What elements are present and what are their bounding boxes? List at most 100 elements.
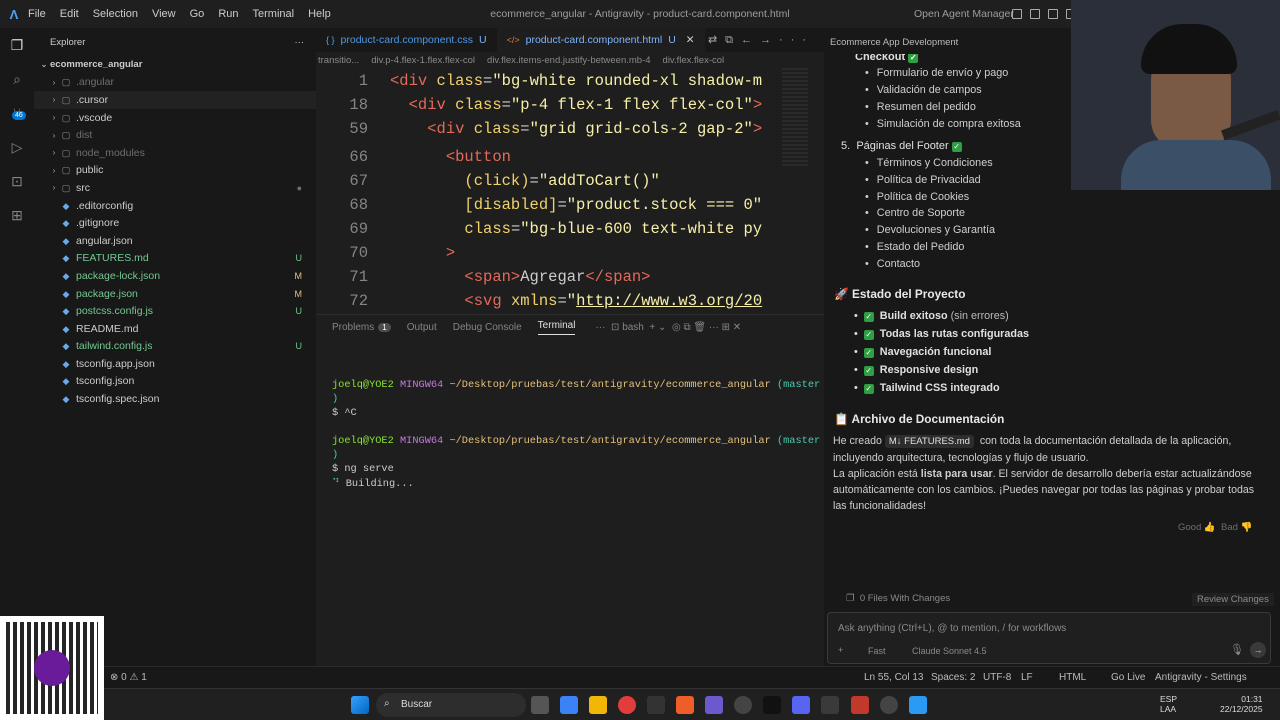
file-mention-chip[interactable]: M↓ FEATURES.md [884, 435, 974, 448]
minimap[interactable] [782, 68, 808, 168]
input-language[interactable]: ESP LAA [1160, 694, 1177, 714]
taskbar-search[interactable]: ⌕ Buscar [376, 693, 526, 717]
discord-icon[interactable] [792, 696, 810, 714]
chatgpt-icon[interactable] [880, 696, 898, 714]
layout-icon[interactable] [1012, 9, 1022, 19]
folder-item[interactable]: › ▢ dist [34, 126, 316, 144]
chrome-icon[interactable] [618, 696, 636, 714]
language-mode[interactable]: HTML [1059, 672, 1086, 683]
task-view-icon[interactable] [531, 696, 549, 714]
code-line[interactable]: <div class="p-4 flex-1 flex flex-col"> [390, 96, 763, 114]
file-item[interactable]: ◆ tailwind.config.js U [34, 338, 316, 356]
file-explorer-icon[interactable] [589, 696, 607, 714]
file-item[interactable]: ◆ package.json M [34, 285, 316, 303]
file-item[interactable]: ◆ .gitignore [34, 214, 316, 232]
typeform-icon[interactable] [851, 696, 869, 714]
brave-icon[interactable] [676, 696, 694, 714]
remote-icon[interactable]: ⊡ [0, 164, 34, 198]
github-icon[interactable] [734, 696, 752, 714]
code-line[interactable]: (click)="addToCart()" [390, 172, 659, 190]
toggle-panel-icon[interactable] [1048, 9, 1058, 19]
copilot-icon[interactable] [560, 696, 578, 714]
encoding[interactable]: UTF-8 [983, 672, 1011, 683]
code-line[interactable]: <span>Agregar</span> [390, 268, 650, 286]
code-line[interactable]: <div class="grid grid-cols-2 gap-2"> [390, 120, 762, 138]
editor-tab[interactable]: </> product-card.component.html U ✕ [496, 28, 705, 52]
breadcrumb-item[interactable]: div.flex.items-end.justify-between.mb-4 [487, 55, 651, 66]
file-item[interactable]: ◆ tsconfig.json [34, 373, 316, 391]
menu-go[interactable]: Go [190, 8, 205, 20]
breadcrumb-item[interactable]: div.flex.flex-col [663, 55, 725, 66]
indentation[interactable]: Spaces: 2 [931, 672, 975, 683]
menu-terminal[interactable]: Terminal [253, 8, 295, 20]
notepad-icon[interactable] [909, 696, 927, 714]
breadcrumb-item[interactable]: div.p-4.flex-1.flex.flex-col [371, 55, 475, 66]
explorer-icon[interactable]: ❐ [0, 28, 34, 62]
file-item[interactable]: ◆ .editorconfig [34, 197, 316, 215]
clock[interactable]: 01:31 22/12/2025 [1220, 694, 1263, 714]
microphone-icon[interactable]: 🎙 [1230, 643, 1244, 656]
code-line[interactable]: <button [390, 148, 511, 166]
folder-item[interactable]: › ▢ .vscode [34, 109, 316, 127]
code-line[interactable]: <div class="bg-white rounded-xl shadow-m [390, 72, 762, 90]
panel-tab-debug-console[interactable]: Debug Console [453, 322, 522, 333]
model-selector[interactable]: Claude Sonnet 4.5 [912, 646, 987, 656]
run-debug-icon[interactable]: ▷ [0, 130, 34, 164]
file-item[interactable]: ◆ tsconfig.spec.json [34, 390, 316, 408]
footer-page-item: • Política de Cookies [865, 190, 970, 203]
folder-item[interactable]: › ▢ .angular [34, 74, 316, 92]
file-item[interactable]: ◆ postcss.config.js U [34, 302, 316, 320]
antigravity-icon[interactable] [821, 696, 839, 714]
menu-edit[interactable]: Edit [60, 8, 79, 20]
search-icon[interactable]: ⌕ [0, 62, 34, 96]
folder-item[interactable]: › ▢ .cursor [34, 91, 316, 109]
end-of-line[interactable]: LF [1021, 672, 1033, 683]
code-line[interactable]: class="bg-blue-600 text-white py [390, 220, 762, 238]
folder-item[interactable]: › ▢ src ● [34, 179, 316, 197]
terminal-output[interactable]: joelq@YOE2 MINGW64 ~/Desktop/pruebas/tes… [316, 379, 824, 491]
project-root[interactable]: ⌄ ecommerce_angular [34, 56, 316, 74]
panel-tab-problems[interactable]: Problems 1 [332, 322, 391, 333]
settings-status[interactable]: Antigravity - Settings [1155, 672, 1247, 683]
feedback-buttons[interactable]: Good 👍 Bad 👎 [1178, 522, 1252, 533]
more-actions-icon[interactable]: ··· [295, 37, 305, 48]
panel-tab-output[interactable]: Output [407, 322, 437, 333]
terminal-shell-selector[interactable]: ··· ⊡ bash + ⌄ ◎ ⧉ 🗑 ··· ⊞ ✕ [595, 322, 741, 333]
menu-help[interactable]: Help [308, 8, 331, 20]
close-icon[interactable]: ✕ [686, 34, 695, 46]
file-item[interactable]: ◆ angular.json [34, 232, 316, 250]
editor-actions[interactable]: ⇄⧉←→··· [708, 33, 814, 47]
send-icon[interactable]: → [1250, 642, 1266, 658]
start-icon[interactable] [351, 696, 369, 714]
file-item[interactable]: ◆ package-lock.json M [34, 267, 316, 285]
file-item[interactable]: ◆ tsconfig.app.json [34, 355, 316, 373]
folder-item[interactable]: › ▢ public [34, 162, 316, 180]
problems-status[interactable]: ⊗ 0 ⚠ 1 [110, 672, 147, 683]
cursor-position[interactable]: Ln 55, Col 13 [864, 672, 924, 683]
mode-selector[interactable]: Fast [868, 646, 886, 656]
review-changes-button[interactable]: Review Changes [1192, 593, 1274, 606]
tiktok-icon[interactable] [763, 696, 781, 714]
app-icon[interactable] [705, 696, 723, 714]
file-item[interactable]: ◆ FEATURES.md U [34, 250, 316, 268]
chat-input-box[interactable]: Ask anything (Ctrl+L), @ to mention, / f… [827, 612, 1271, 664]
extensions-icon[interactable]: ⊞ [0, 198, 34, 232]
menu-file[interactable]: File [28, 8, 46, 20]
code-line[interactable]: > [390, 244, 455, 262]
go-live-button[interactable]: Go Live [1111, 672, 1145, 683]
toggle-sidebar-icon[interactable] [1030, 9, 1040, 19]
menu-selection[interactable]: Selection [93, 8, 138, 20]
terminal-app-icon[interactable] [647, 696, 665, 714]
code-line[interactable]: [disabled]="product.stock === 0" [390, 196, 762, 214]
file-item[interactable]: ◆ README.md [34, 320, 316, 338]
code-line[interactable]: <svg xmlns="http://www.w3.org/20 [390, 292, 762, 310]
open-agent-manager-button[interactable]: Open Agent Manager [914, 8, 1014, 20]
git-status-badge: U [295, 253, 303, 264]
panel-tab-terminal[interactable]: Terminal [537, 320, 576, 335]
menu-view[interactable]: View [152, 8, 176, 20]
menu-run[interactable]: Run [218, 8, 238, 20]
folder-item[interactable]: › ▢ node_modules [34, 144, 316, 162]
editor-tab[interactable]: { } product-card.component.css U [316, 28, 497, 52]
add-context-icon[interactable]: + [838, 645, 843, 655]
breadcrumb-item[interactable]: transitio... [318, 55, 359, 66]
